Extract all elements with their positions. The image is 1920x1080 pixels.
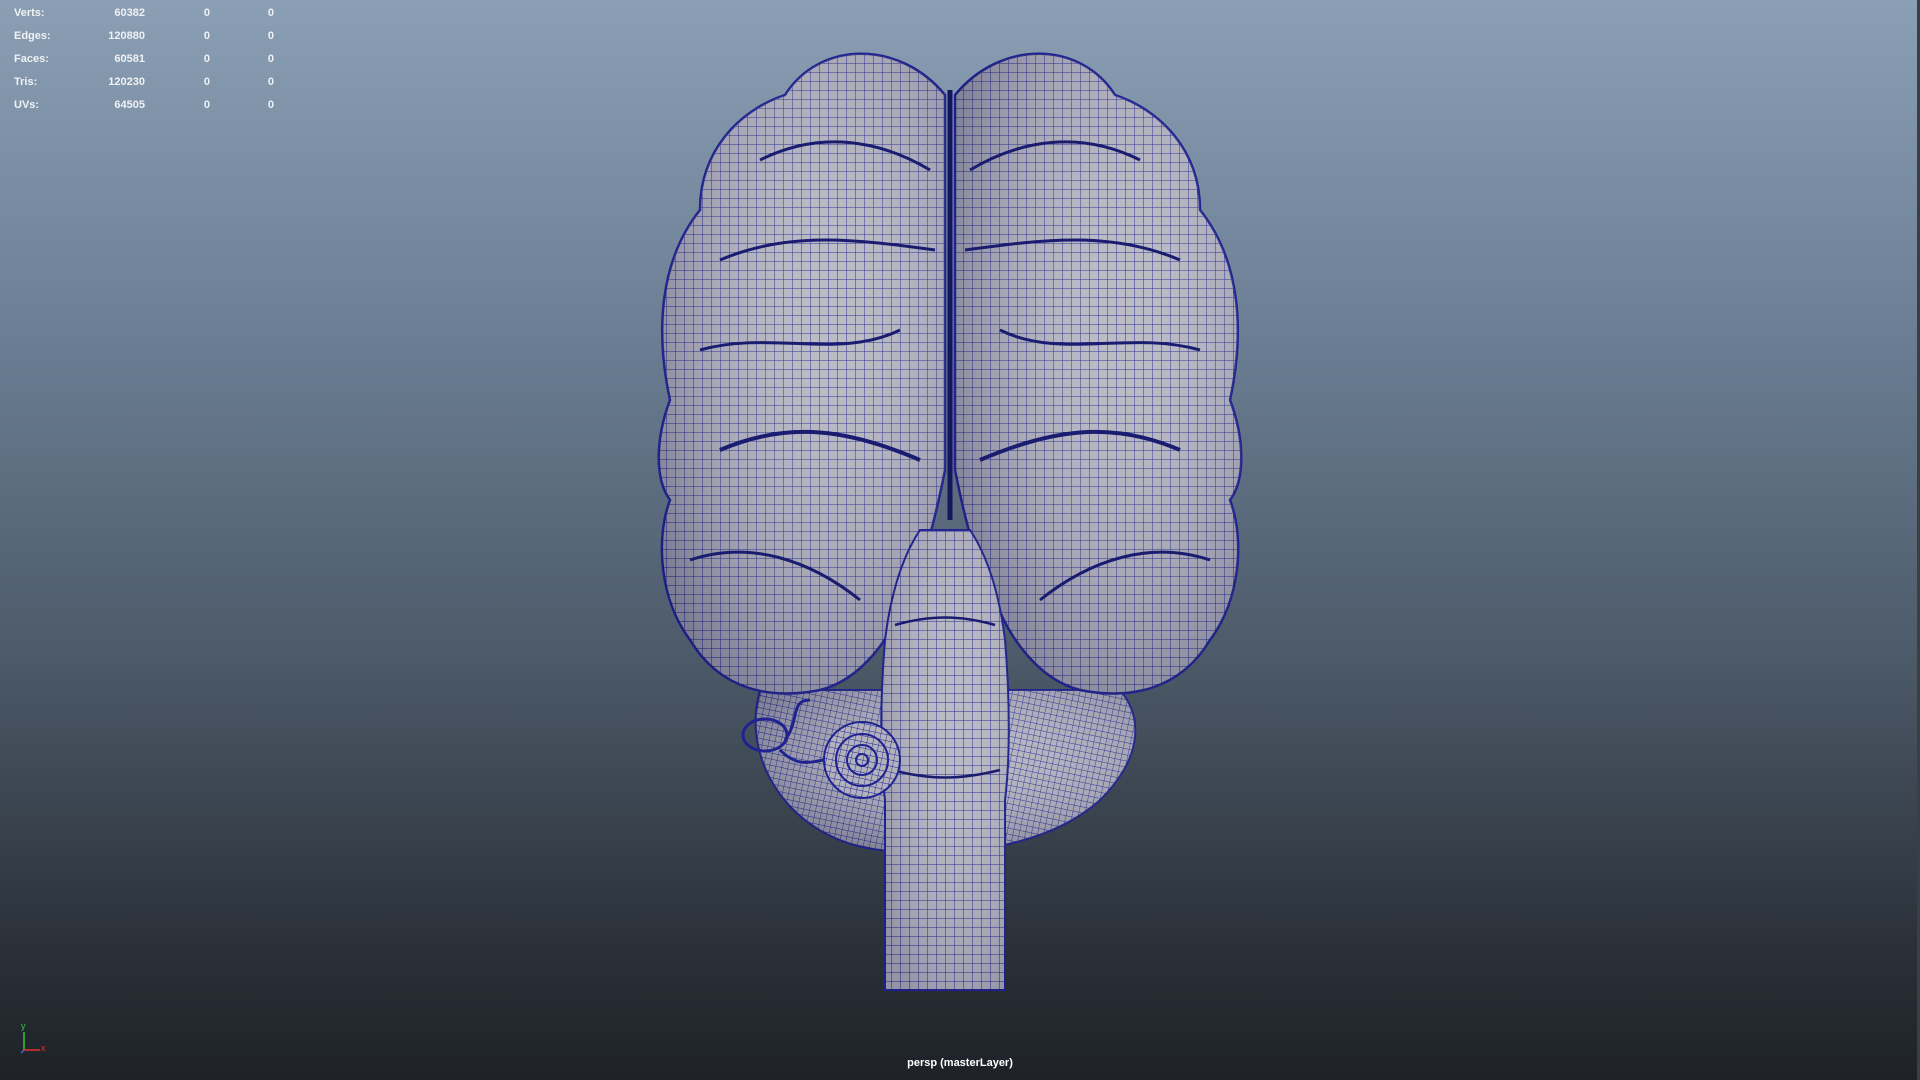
camera-name-label: persp (masterLayer) — [907, 1057, 1013, 1069]
axis-x-label: x — [41, 1043, 46, 1053]
brain-mesh-wireframe[interactable] — [0, 0, 1920, 1080]
perspective-viewport[interactable]: Verts: 60382 0 0 Edges: 120880 0 0 Faces… — [0, 0, 1920, 1080]
axis-gizmo: y x — [20, 1021, 46, 1054]
axis-y-label: y — [21, 1021, 26, 1031]
